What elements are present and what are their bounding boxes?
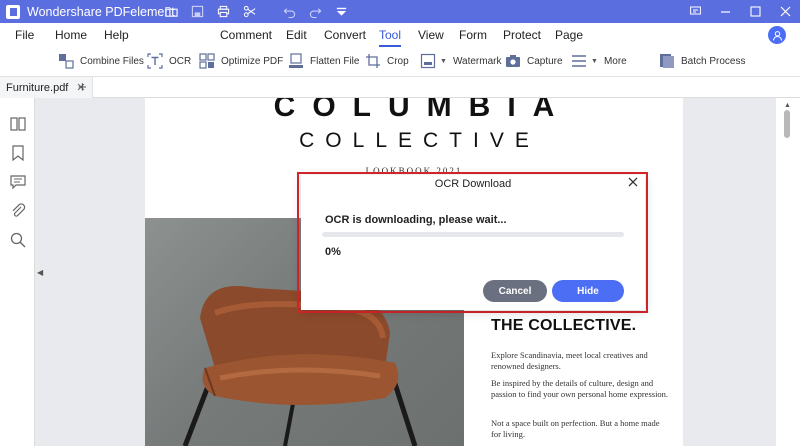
document-paragraph-1: Explore Scandinavia, meet local creative… bbox=[491, 350, 648, 371]
print-icon[interactable] bbox=[216, 5, 230, 19]
attachment-icon[interactable] bbox=[9, 202, 26, 219]
menu-form[interactable]: Form bbox=[459, 28, 487, 42]
menu-help[interactable]: Help bbox=[104, 28, 129, 42]
close-window-icon[interactable] bbox=[770, 0, 800, 23]
batch-process-button[interactable]: Batch Process bbox=[659, 52, 745, 70]
add-tab-icon[interactable]: + bbox=[78, 79, 87, 96]
flatten-file-label: Flatten File bbox=[310, 55, 360, 67]
dialog-message: OCR is downloading, please wait... bbox=[325, 214, 507, 226]
tab-label: Furniture.pdf bbox=[6, 81, 69, 94]
menu-bar: File Home Help Comment Edit Convert Tool… bbox=[0, 23, 800, 47]
vertical-scrollbar[interactable]: ▲ bbox=[776, 98, 800, 446]
window-controls bbox=[680, 0, 800, 23]
optimize-pdf-icon bbox=[199, 53, 215, 69]
combine-files-button[interactable]: Combine Files bbox=[58, 52, 144, 70]
title-bar: Wondershare PDFelement bbox=[0, 0, 800, 23]
capture-button[interactable]: Capture bbox=[505, 52, 563, 70]
more-label: More bbox=[603, 55, 627, 67]
combine-files-label: Combine Files bbox=[80, 55, 144, 67]
menu-file[interactable]: File bbox=[15, 28, 34, 42]
scroll-thumb[interactable] bbox=[784, 110, 790, 138]
crop-label: Crop bbox=[387, 55, 409, 67]
dialog-title: OCR Download bbox=[434, 178, 512, 190]
document-subtitle: COLLECTIVE bbox=[299, 129, 540, 152]
crop-icon bbox=[365, 53, 381, 69]
more-caret-icon: ▼ bbox=[591, 57, 598, 65]
bookmark-icon[interactable] bbox=[9, 144, 26, 161]
search-icon[interactable] bbox=[9, 231, 26, 248]
document-tab-bar: Furniture.pdf ✕ + bbox=[0, 77, 800, 98]
optimize-pdf-label: Optimize PDF bbox=[221, 55, 284, 67]
quick-access-toolbar bbox=[164, 0, 348, 23]
comment-icon[interactable] bbox=[9, 173, 26, 190]
folder-icon[interactable] bbox=[164, 5, 178, 19]
watermark-caret-icon: ▼ bbox=[440, 57, 447, 65]
menu-lines-icon bbox=[571, 53, 587, 69]
scissors-icon[interactable] bbox=[242, 5, 256, 19]
save-icon[interactable] bbox=[190, 5, 204, 19]
flatten-file-icon bbox=[288, 53, 304, 69]
ocr-label: OCR bbox=[169, 55, 192, 67]
tool-ribbon: Combine Files OCR Optimize PDF Flatten F… bbox=[0, 47, 800, 77]
collapse-left-panel-icon[interactable]: ◀ bbox=[37, 268, 43, 277]
optimize-pdf-button[interactable]: Optimize PDF bbox=[199, 52, 283, 70]
ocr-download-dialog: OCR Download OCR is downloading, please … bbox=[301, 175, 645, 310]
menu-convert[interactable]: Convert bbox=[324, 28, 366, 42]
more-button[interactable]: ▼ More bbox=[571, 52, 627, 70]
menu-comment[interactable]: Comment bbox=[220, 28, 272, 42]
dialog-close-icon[interactable] bbox=[626, 175, 640, 189]
scroll-up-icon[interactable]: ▲ bbox=[784, 102, 791, 109]
watermark-label: Watermark bbox=[452, 55, 502, 67]
camera-icon bbox=[505, 53, 521, 69]
menu-view[interactable]: View bbox=[418, 28, 444, 42]
app-logo-icon bbox=[6, 4, 20, 19]
cancel-button[interactable]: Cancel bbox=[483, 280, 547, 302]
document-title: COLUMBIA bbox=[273, 98, 572, 123]
capture-label: Capture bbox=[527, 55, 563, 67]
left-sidebar bbox=[0, 98, 35, 446]
crop-button[interactable]: Crop bbox=[365, 52, 409, 70]
maximize-icon[interactable] bbox=[740, 0, 770, 23]
flatten-file-button[interactable]: Flatten File bbox=[288, 52, 359, 70]
menu-page[interactable]: Page bbox=[555, 28, 583, 42]
watermark-button[interactable]: ▼ Watermark bbox=[420, 52, 501, 70]
thumbnails-icon[interactable] bbox=[9, 115, 26, 132]
minimize-icon[interactable] bbox=[710, 0, 740, 23]
batch-process-icon bbox=[659, 53, 675, 69]
ocr-icon bbox=[147, 53, 163, 69]
undo-icon[interactable] bbox=[282, 5, 296, 19]
document-paragraph-3: Not a space built on perfection. But a h… bbox=[491, 418, 660, 439]
progress-percent: 0% bbox=[325, 246, 341, 258]
ocr-button[interactable]: OCR bbox=[147, 52, 191, 70]
document-headline: THE COLLECTIVE. bbox=[491, 317, 637, 334]
redo-icon[interactable] bbox=[308, 5, 322, 19]
combine-files-icon bbox=[58, 53, 74, 69]
download-progress-bar bbox=[322, 232, 624, 237]
hide-button[interactable]: Hide bbox=[552, 280, 624, 302]
menu-edit[interactable]: Edit bbox=[286, 28, 307, 42]
menu-home[interactable]: Home bbox=[55, 28, 87, 42]
app-title: Wondershare PDFelement bbox=[27, 4, 175, 19]
feedback-icon[interactable] bbox=[680, 0, 710, 23]
batch-process-label: Batch Process bbox=[681, 55, 746, 67]
menu-tool[interactable]: Tool bbox=[379, 28, 402, 47]
dropdown-icon[interactable] bbox=[334, 5, 348, 19]
watermark-icon bbox=[420, 53, 436, 69]
menu-protect[interactable]: Protect bbox=[503, 28, 541, 42]
user-avatar-icon[interactable] bbox=[768, 26, 786, 44]
document-paragraph-2: Be inspired by the details of culture, d… bbox=[491, 378, 669, 399]
